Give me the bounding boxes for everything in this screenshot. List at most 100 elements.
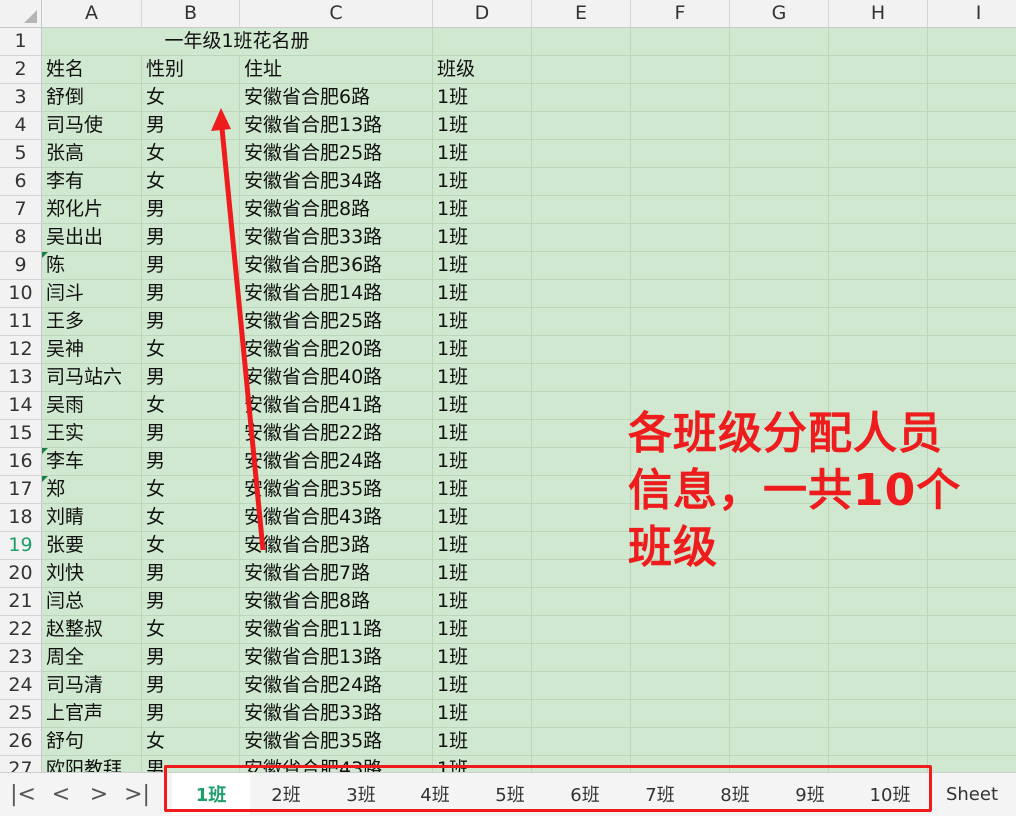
cell-E24[interactable]	[532, 672, 631, 700]
row-header-23[interactable]: 23	[0, 644, 42, 672]
cell-E8[interactable]	[532, 224, 631, 252]
table-cell[interactable]: 1班	[433, 280, 532, 308]
cell-H13[interactable]	[829, 364, 928, 392]
row-header-11[interactable]: 11	[0, 308, 42, 336]
table-cell[interactable]: 男	[142, 756, 240, 772]
cell-I10[interactable]	[928, 280, 1016, 308]
table-cell[interactable]: 1班	[433, 168, 532, 196]
table-cell[interactable]: 1班	[433, 224, 532, 252]
cell-I27[interactable]	[928, 756, 1016, 772]
table-cell[interactable]: 安徽省合肥43路	[240, 756, 433, 772]
cell-I8[interactable]	[928, 224, 1016, 252]
sheet-tab[interactable]: 2班	[250, 773, 322, 815]
row-header-16[interactable]: 16	[0, 448, 42, 476]
table-cell[interactable]: 男	[142, 672, 240, 700]
table-cell[interactable]: 1班	[433, 392, 532, 420]
cell-E12[interactable]	[532, 336, 631, 364]
cell-F4[interactable]	[631, 112, 730, 140]
cell-I13[interactable]	[928, 364, 1016, 392]
row-header-4[interactable]: 4	[0, 112, 42, 140]
cell-D1[interactable]	[433, 28, 532, 56]
table-cell[interactable]: 女	[142, 336, 240, 364]
cell-H23[interactable]	[829, 644, 928, 672]
table-cell[interactable]: 男	[142, 700, 240, 728]
next-sheet-button[interactable]: >	[80, 773, 118, 815]
cell-I25[interactable]	[928, 700, 1016, 728]
cell-I7[interactable]	[928, 196, 1016, 224]
table-cell[interactable]: 郑化片	[42, 196, 142, 224]
table-cell[interactable]: 安徽省合肥7路	[240, 560, 433, 588]
table-cell[interactable]: 男	[142, 588, 240, 616]
table-cell[interactable]: 安徽省合肥35路	[240, 728, 433, 756]
table-cell[interactable]: 王实	[42, 420, 142, 448]
cell-F9[interactable]	[631, 252, 730, 280]
cell-I26[interactable]	[928, 728, 1016, 756]
cell-H1[interactable]	[829, 28, 928, 56]
cell-G23[interactable]	[730, 644, 829, 672]
table-cell[interactable]: 刘睛	[42, 504, 142, 532]
table-cell[interactable]: 安徽省合肥22路	[240, 420, 433, 448]
column-header-D[interactable]: D	[433, 0, 532, 28]
cell-F10[interactable]	[631, 280, 730, 308]
table-cell[interactable]: 赵整叔	[42, 616, 142, 644]
table-cell[interactable]: 1班	[433, 560, 532, 588]
table-cell[interactable]: 1班	[433, 700, 532, 728]
header-cell-B[interactable]: 性别	[142, 56, 240, 84]
table-cell[interactable]: 陈	[42, 252, 142, 280]
table-cell[interactable]: 男	[142, 448, 240, 476]
cell-E4[interactable]	[532, 112, 631, 140]
table-cell[interactable]: 上官声	[42, 700, 142, 728]
cell-F23[interactable]	[631, 644, 730, 672]
cell-I12[interactable]	[928, 336, 1016, 364]
prev-sheet-button[interactable]: <	[42, 773, 80, 815]
table-cell[interactable]: 安徽省合肥34路	[240, 168, 433, 196]
column-header-B[interactable]: B	[142, 0, 240, 28]
sheet-tab[interactable]: 10班	[849, 773, 931, 815]
table-cell[interactable]: 郑	[42, 476, 142, 504]
cell-I23[interactable]	[928, 644, 1016, 672]
cell-F21[interactable]	[631, 588, 730, 616]
table-cell[interactable]: 闫斗	[42, 280, 142, 308]
cell-E22[interactable]	[532, 616, 631, 644]
cell-F3[interactable]	[631, 84, 730, 112]
cell-E18[interactable]	[532, 504, 631, 532]
cell-G22[interactable]	[730, 616, 829, 644]
table-cell[interactable]: 1班	[433, 140, 532, 168]
cell-H9[interactable]	[829, 252, 928, 280]
table-cell[interactable]: 欧阳教拜	[42, 756, 142, 772]
row-header-6[interactable]: 6	[0, 168, 42, 196]
cell-H22[interactable]	[829, 616, 928, 644]
title-cell[interactable]: 一年级1班花名册	[42, 28, 433, 56]
cell-E6[interactable]	[532, 168, 631, 196]
row-header-17[interactable]: 17	[0, 476, 42, 504]
cell-F2[interactable]	[631, 56, 730, 84]
row-header-21[interactable]: 21	[0, 588, 42, 616]
sheet-tab[interactable]: 3班	[325, 773, 397, 815]
table-cell[interactable]: 男	[142, 308, 240, 336]
cell-H26[interactable]	[829, 728, 928, 756]
cell-I4[interactable]	[928, 112, 1016, 140]
row-header-20[interactable]: 20	[0, 560, 42, 588]
table-cell[interactable]: 1班	[433, 252, 532, 280]
table-cell[interactable]: 安徽省合肥33路	[240, 700, 433, 728]
table-cell[interactable]: 司马使	[42, 112, 142, 140]
cell-G8[interactable]	[730, 224, 829, 252]
row-header-3[interactable]: 3	[0, 84, 42, 112]
cell-E21[interactable]	[532, 588, 631, 616]
cell-E23[interactable]	[532, 644, 631, 672]
cell-G12[interactable]	[730, 336, 829, 364]
cell-G6[interactable]	[730, 168, 829, 196]
cell-E10[interactable]	[532, 280, 631, 308]
row-header-15[interactable]: 15	[0, 420, 42, 448]
table-cell[interactable]: 男	[142, 112, 240, 140]
table-cell[interactable]: 1班	[433, 756, 532, 772]
row-header-18[interactable]: 18	[0, 504, 42, 532]
table-cell[interactable]: 1班	[433, 420, 532, 448]
cell-I22[interactable]	[928, 616, 1016, 644]
column-header-F[interactable]: F	[631, 0, 730, 28]
table-cell[interactable]: 安徽省合肥20路	[240, 336, 433, 364]
cell-E3[interactable]	[532, 84, 631, 112]
cell-F7[interactable]	[631, 196, 730, 224]
cell-G11[interactable]	[730, 308, 829, 336]
cell-E9[interactable]	[532, 252, 631, 280]
